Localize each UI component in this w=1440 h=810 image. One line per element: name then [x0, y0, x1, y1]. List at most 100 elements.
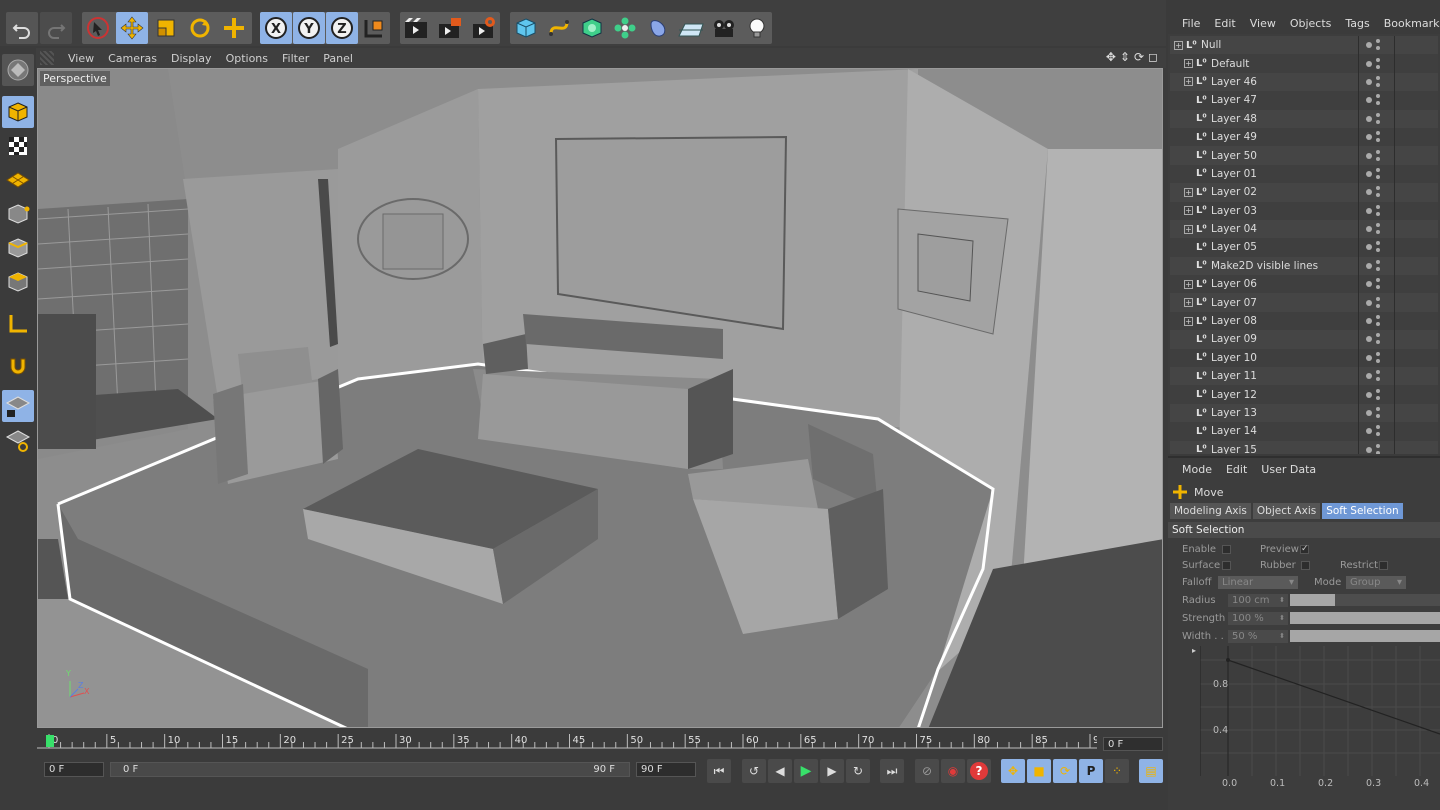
redo-button[interactable] [40, 12, 72, 44]
floor-button[interactable] [675, 12, 707, 44]
maximize-icon[interactable]: ◻ [1148, 50, 1158, 64]
object-row[interactable]: L⁰ Layer 09 [1170, 330, 1438, 349]
object-name[interactable]: Layer 03 [1211, 205, 1257, 217]
key-rotation-button[interactable]: ⟳ [1053, 759, 1077, 783]
go-to-end-button[interactable]: ⏭ [880, 759, 904, 783]
rubber-checkbox[interactable] [1301, 561, 1310, 570]
go-to-start-button[interactable]: ⏮ [707, 759, 731, 783]
width-slider[interactable] [1290, 630, 1440, 642]
polygons-mode-button[interactable] [2, 266, 34, 298]
object-row[interactable]: + L⁰ Layer 02 [1170, 183, 1438, 202]
axis-mode-button[interactable] [2, 308, 34, 340]
object-row[interactable]: L⁰ Layer 01 [1170, 164, 1438, 184]
am-menu-edit[interactable]: Edit [1226, 463, 1247, 476]
object-name[interactable]: Layer 06 [1211, 278, 1257, 290]
object-name[interactable]: Default [1211, 58, 1249, 70]
object-row[interactable]: + L⁰ Layer 06 [1170, 275, 1438, 294]
menu-display[interactable]: Display [171, 52, 212, 65]
menu-view[interactable]: View [68, 52, 94, 65]
am-menu-user-data[interactable]: User Data [1261, 463, 1316, 476]
object-name[interactable]: Layer 01 [1211, 168, 1257, 180]
object-row[interactable]: L⁰ Make2D visible lines [1170, 256, 1438, 276]
width-field[interactable]: 50 % ⬍ [1228, 630, 1288, 643]
tab-object-axis[interactable]: Object Axis [1252, 503, 1321, 519]
expand-toggle-icon[interactable]: + [1184, 59, 1193, 69]
playhead[interactable] [46, 735, 54, 747]
key-parameter-button[interactable]: P [1079, 759, 1103, 783]
key-position-button[interactable]: ✥ [1001, 759, 1025, 783]
viewport-perspective[interactable]: Perspective Y X Z [37, 68, 1163, 728]
object-name[interactable]: Layer 48 [1211, 113, 1257, 125]
object-name[interactable]: Layer 08 [1211, 315, 1257, 327]
array-button[interactable] [609, 12, 641, 44]
om-menu-file[interactable]: File [1182, 17, 1200, 30]
tab-soft-selection[interactable]: Soft Selection [1322, 503, 1403, 519]
nurbs-button[interactable] [576, 12, 608, 44]
object-row[interactable]: + L⁰ Layer 04 [1170, 219, 1438, 239]
recent-tool-button[interactable] [218, 12, 250, 44]
object-row[interactable]: L⁰ Layer 11 [1170, 367, 1438, 386]
live-selection-button[interactable] [82, 12, 114, 44]
restrict-checkbox[interactable] [1379, 561, 1388, 570]
object-name[interactable]: Layer 09 [1211, 333, 1257, 345]
make-editable-button[interactable] [2, 54, 34, 86]
expand-toggle-icon[interactable]: + [1174, 40, 1183, 50]
object-name[interactable]: Layer 07 [1211, 297, 1257, 309]
texture-mode-button[interactable] [2, 130, 34, 162]
key-scale-button[interactable]: ■ [1027, 759, 1051, 783]
start-frame-field[interactable]: 0 F [44, 762, 104, 777]
object-name[interactable]: Make2D visible lines [1211, 260, 1318, 272]
object-row[interactable]: + L⁰ Layer 08 [1170, 311, 1438, 331]
object-name[interactable]: Layer 05 [1211, 241, 1257, 253]
object-name[interactable]: Layer 04 [1211, 223, 1257, 235]
object-row[interactable]: L⁰ Layer 10 [1170, 348, 1438, 368]
surface-checkbox[interactable] [1222, 561, 1231, 570]
strength-field[interactable]: 100 % ⬍ [1228, 612, 1288, 625]
viewport-camera-label[interactable]: Perspective [40, 71, 110, 86]
rotate-button[interactable] [184, 12, 216, 44]
scale-button[interactable] [150, 12, 182, 44]
expand-toggle-icon[interactable]: + [1184, 279, 1193, 289]
timeline[interactable]: 051015202530354045505560657075808590 [37, 730, 1163, 758]
object-name[interactable]: Layer 11 [1211, 370, 1257, 382]
undo-button[interactable] [6, 12, 38, 44]
om-menu-view[interactable]: View [1250, 17, 1276, 30]
om-menu-objects[interactable]: Objects [1290, 17, 1332, 30]
key-point-level-button[interactable]: ⁘ [1105, 759, 1129, 783]
object-name[interactable]: Layer 02 [1211, 186, 1257, 198]
planar-workplane-button[interactable] [2, 424, 34, 456]
object-list[interactable]: + L⁰ Null + L⁰ Default + L⁰ Layer 46 L⁰ Layer 47 L⁰… [1170, 36, 1438, 454]
object-row[interactable]: L⁰ Layer 13 [1170, 403, 1438, 423]
workplane-button[interactable] [2, 164, 34, 196]
autokey-button[interactable]: ? [967, 759, 991, 783]
previous-keyframe-button[interactable]: ↺ [742, 759, 766, 783]
y-axis-button[interactable]: Y [293, 12, 325, 44]
object-row[interactable]: + L⁰ Layer 07 [1170, 293, 1438, 312]
mode-dropdown[interactable]: Group ▾ [1346, 576, 1406, 589]
expand-toggle-icon[interactable]: + [1184, 206, 1193, 216]
menu-options[interactable]: Options [226, 52, 268, 65]
object-row[interactable]: L⁰ Layer 49 [1170, 127, 1438, 147]
object-row[interactable]: L⁰ Layer 50 [1170, 146, 1438, 165]
render-view-button[interactable] [400, 12, 432, 44]
locked-workplane-button[interactable] [2, 390, 34, 422]
object-row[interactable]: + L⁰ Default [1170, 54, 1438, 73]
camera-button[interactable] [708, 12, 740, 44]
end-frame-field[interactable]: 90 F [636, 762, 696, 777]
falloff-dropdown[interactable]: Linear ▾ [1218, 576, 1298, 589]
render-picture-viewer-button[interactable] [434, 12, 466, 44]
rotate-view-icon[interactable]: ⟳ [1134, 50, 1144, 64]
preview-checkbox[interactable]: ✓ [1300, 545, 1309, 554]
expand-toggle-icon[interactable]: + [1184, 187, 1193, 197]
object-row[interactable]: L⁰ Layer 12 [1170, 385, 1438, 404]
menu-panel[interactable]: Panel [323, 52, 353, 65]
panel-grip[interactable] [40, 51, 54, 65]
object-name[interactable]: Layer 50 [1211, 150, 1257, 162]
frame-range-slider[interactable]: 0 F 90 F [110, 762, 630, 777]
object-name[interactable]: Layer 49 [1211, 131, 1257, 143]
deformer-button[interactable] [642, 12, 674, 44]
x-axis-button[interactable]: X [260, 12, 292, 44]
strength-slider[interactable] [1290, 612, 1440, 624]
object-row[interactable]: L⁰ Layer 05 [1170, 238, 1438, 257]
tab-modeling-axis[interactable]: Modeling Axis [1170, 503, 1251, 519]
